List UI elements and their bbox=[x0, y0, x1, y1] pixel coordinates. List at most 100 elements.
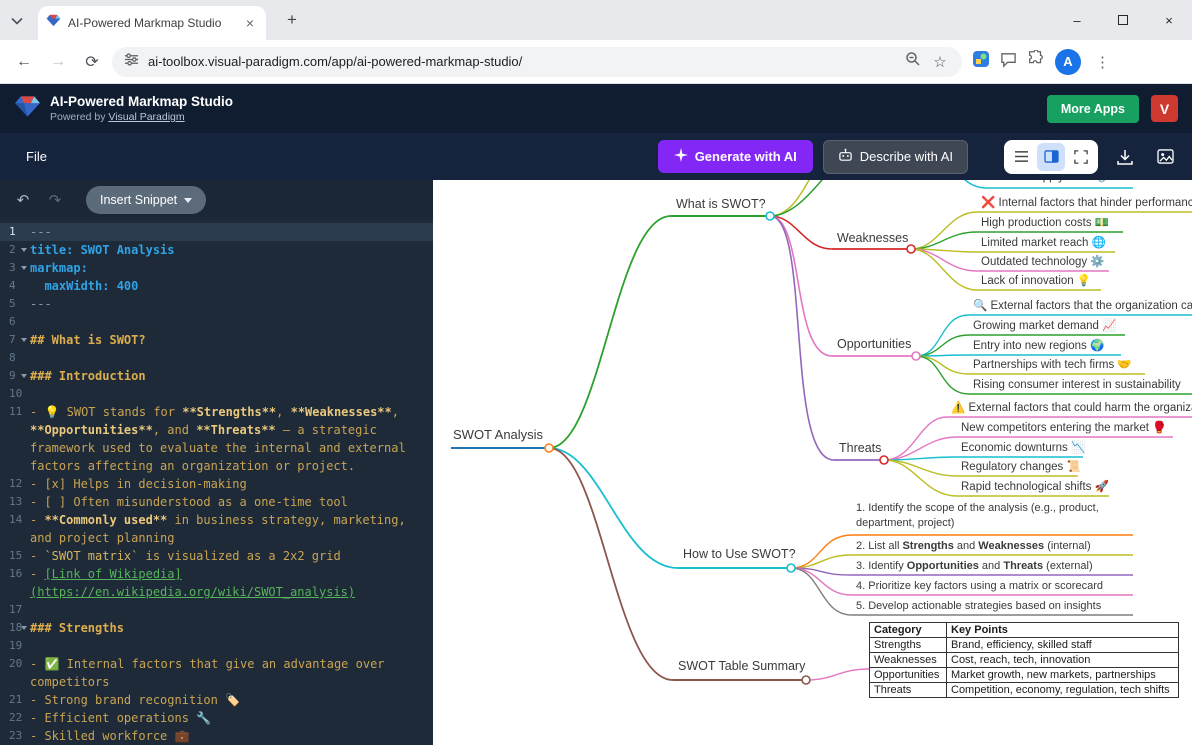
browser-tab[interactable]: AI-Powered Markmap Studio × bbox=[38, 6, 266, 40]
undo-button[interactable]: ↶ bbox=[10, 187, 36, 213]
code-line[interactable]: 11- 💡 SWOT stands for **Strengths**, **W… bbox=[0, 403, 433, 475]
code-text[interactable]: markmap: bbox=[30, 259, 433, 277]
fullscreen-view-button[interactable] bbox=[1067, 143, 1095, 171]
browser-menu-icon[interactable]: ⋮ bbox=[1091, 53, 1114, 71]
code-line[interactable]: 21- Strong brand recognition 🏷️ bbox=[0, 691, 433, 709]
new-tab-button[interactable]: + bbox=[280, 8, 304, 32]
more-apps-button[interactable]: More Apps bbox=[1047, 95, 1139, 123]
brand-v-badge[interactable]: V bbox=[1151, 95, 1178, 122]
mindmap-node-label[interactable]: New competitors entering the market 🥊 bbox=[961, 421, 1166, 436]
mindmap-node-label[interactable]: Opportunities bbox=[837, 337, 911, 352]
window-minimize-button[interactable]: – bbox=[1054, 0, 1100, 40]
code-line[interactable]: 9### Introduction bbox=[0, 367, 433, 385]
code-text[interactable]: ## What is SWOT? bbox=[30, 331, 433, 349]
mindmap-canvas[interactable]: SWOT AnalysisWhat is SWOT?How to Use SWO… bbox=[433, 180, 1192, 745]
mindmap-node-label[interactable]: 2. List all Strengths and Weaknesses (in… bbox=[856, 539, 1091, 554]
node-toggle-circle[interactable] bbox=[787, 564, 795, 572]
file-menu-button[interactable]: File bbox=[14, 141, 59, 172]
node-toggle-circle[interactable] bbox=[766, 212, 774, 220]
code-text[interactable] bbox=[30, 313, 433, 331]
node-toggle-circle[interactable] bbox=[912, 352, 920, 360]
code-text[interactable]: - [ ] Often misunderstood as a one-time … bbox=[30, 493, 433, 511]
window-maximize-button[interactable] bbox=[1100, 0, 1146, 40]
mindmap-node-label[interactable]: Entry into new regions 🌍 bbox=[973, 339, 1104, 354]
code-line[interactable]: 18### Strengths bbox=[0, 619, 433, 637]
code-line[interactable]: 4 maxWidth: 400 bbox=[0, 277, 433, 295]
chat-bubble-icon[interactable] bbox=[1000, 51, 1017, 73]
code-text[interactable]: --- bbox=[30, 295, 433, 313]
code-line[interactable]: 1--- bbox=[0, 223, 433, 241]
generate-with-ai-button[interactable]: Generate with AI bbox=[658, 140, 813, 173]
code-line[interactable]: 16- [Link of Wikipedia](https://en.wikip… bbox=[0, 565, 433, 601]
mindmap-node-label[interactable]: Lack of innovation 💡 bbox=[981, 274, 1091, 289]
code-line[interactable]: 13- [ ] Often misunderstood as a one-tim… bbox=[0, 493, 433, 511]
mindmap-node-label[interactable]: What is SWOT? bbox=[676, 197, 766, 212]
mindmap-node-label[interactable]: Outdated technology ⚙️ bbox=[981, 255, 1105, 270]
node-toggle-circle[interactable] bbox=[880, 456, 888, 464]
mindmap-node-label[interactable]: SWOT Analysis bbox=[453, 427, 543, 442]
mindmap-node-label[interactable]: Growing market demand 📈 bbox=[973, 319, 1116, 334]
mindmap-node-label[interactable]: Partnerships with tech firms 🤝 bbox=[973, 358, 1132, 373]
code-line[interactable]: 15- `SWOT matrix` is visualized as a 2x2… bbox=[0, 547, 433, 565]
window-close-button[interactable]: × bbox=[1146, 0, 1192, 40]
mindmap-node-label[interactable]: Threats bbox=[839, 441, 881, 456]
code-text[interactable]: ### Introduction bbox=[30, 367, 433, 385]
node-toggle-circle[interactable] bbox=[802, 676, 810, 684]
code-text[interactable]: - **Commonly used** in business strategy… bbox=[30, 511, 433, 547]
mindmap-node-label[interactable]: Regulatory changes 📜 bbox=[961, 460, 1081, 475]
code-line[interactable]: 17 bbox=[0, 601, 433, 619]
profile-avatar[interactable]: A bbox=[1055, 49, 1081, 75]
mindmap-node-label[interactable]: ❌ Internal factors that hinder performan… bbox=[981, 196, 1192, 211]
mindmap-node-label[interactable]: Secure supply chain 🔗 bbox=[991, 180, 1112, 185]
export-image-button[interactable] bbox=[1152, 144, 1178, 170]
code-line[interactable]: 14- **Commonly used** in business strate… bbox=[0, 511, 433, 547]
code-text[interactable]: - 💡 SWOT stands for **Strengths**, **Wea… bbox=[30, 403, 433, 475]
code-line[interactable]: 8 bbox=[0, 349, 433, 367]
code-text[interactable]: - ✅ Internal factors that give an advant… bbox=[30, 655, 433, 691]
mindmap-node-label[interactable]: Rising consumer interest in sustainabili… bbox=[973, 378, 1181, 393]
mindmap-node-label[interactable]: 🔍 External factors that the organization… bbox=[973, 299, 1192, 314]
code-text[interactable]: - Strong brand recognition 🏷️ bbox=[30, 691, 433, 709]
code-text[interactable]: - [Link of Wikipedia](https://en.wikiped… bbox=[30, 565, 433, 601]
code-text[interactable]: --- bbox=[30, 223, 433, 241]
node-toggle-circle[interactable] bbox=[545, 444, 553, 452]
back-button[interactable]: ← bbox=[10, 48, 38, 76]
code-line[interactable]: 2title: SWOT Analysis bbox=[0, 241, 433, 259]
code-text[interactable]: - Skilled workforce 💼 bbox=[30, 727, 433, 745]
code-text[interactable]: title: SWOT Analysis bbox=[30, 241, 433, 259]
mindmap-node-label[interactable]: 3. Identify Opportunities and Threats (e… bbox=[856, 559, 1093, 574]
split-view-button[interactable] bbox=[1037, 143, 1065, 171]
visual-paradigm-link[interactable]: Visual Paradigm bbox=[108, 111, 184, 123]
mindmap-node-label[interactable]: Limited market reach 🌐 bbox=[981, 236, 1106, 251]
code-line[interactable]: 19 bbox=[0, 637, 433, 655]
editor-lines[interactable]: 1---2title: SWOT Analysis3markmap:4 maxW… bbox=[0, 220, 433, 745]
insert-snippet-button[interactable]: Insert Snippet bbox=[86, 186, 206, 214]
mindmap-node-label[interactable]: 1. Identify the scope of the analysis (e… bbox=[856, 501, 1148, 531]
download-button[interactable] bbox=[1112, 144, 1138, 170]
code-text[interactable] bbox=[30, 385, 433, 403]
code-text[interactable]: - Efficient operations 🔧 bbox=[30, 709, 433, 727]
tab-search-icon[interactable] bbox=[8, 12, 26, 30]
mindmap-node-label[interactable]: Economic downturns 📉 bbox=[961, 441, 1085, 456]
code-line[interactable]: 20- ✅ Internal factors that give an adva… bbox=[0, 655, 433, 691]
code-line[interactable]: 3markmap: bbox=[0, 259, 433, 277]
code-line[interactable]: 23- Skilled workforce 💼 bbox=[0, 727, 433, 745]
editor-only-view-button[interactable] bbox=[1007, 143, 1035, 171]
extensions-puzzle-icon[interactable] bbox=[1027, 50, 1045, 73]
site-settings-icon[interactable] bbox=[124, 52, 139, 72]
code-line[interactable]: 22- Efficient operations 🔧 bbox=[0, 709, 433, 727]
url-text[interactable]: ai-toolbox.visual-paradigm.com/app/ai-po… bbox=[148, 54, 896, 69]
bookmark-star-icon[interactable]: ☆ bbox=[930, 52, 950, 72]
mindmap-node-label[interactable]: 4. Prioritize key factors using a matrix… bbox=[856, 579, 1103, 594]
zoom-indicator-icon[interactable] bbox=[905, 51, 921, 72]
code-text[interactable]: - [x] Helps in decision-making bbox=[30, 475, 433, 493]
tab-close-icon[interactable]: × bbox=[242, 15, 258, 31]
mindmap-node-label[interactable]: High production costs 💵 bbox=[981, 216, 1109, 231]
code-text[interactable] bbox=[30, 637, 433, 655]
mindmap-node-label[interactable]: Rapid technological shifts 🚀 bbox=[961, 480, 1109, 495]
code-text[interactable] bbox=[30, 349, 433, 367]
code-line[interactable]: 12- [x] Helps in decision-making bbox=[0, 475, 433, 493]
node-toggle-circle[interactable] bbox=[907, 245, 915, 253]
redo-button[interactable]: ↷ bbox=[42, 187, 68, 213]
code-line[interactable]: 6 bbox=[0, 313, 433, 331]
